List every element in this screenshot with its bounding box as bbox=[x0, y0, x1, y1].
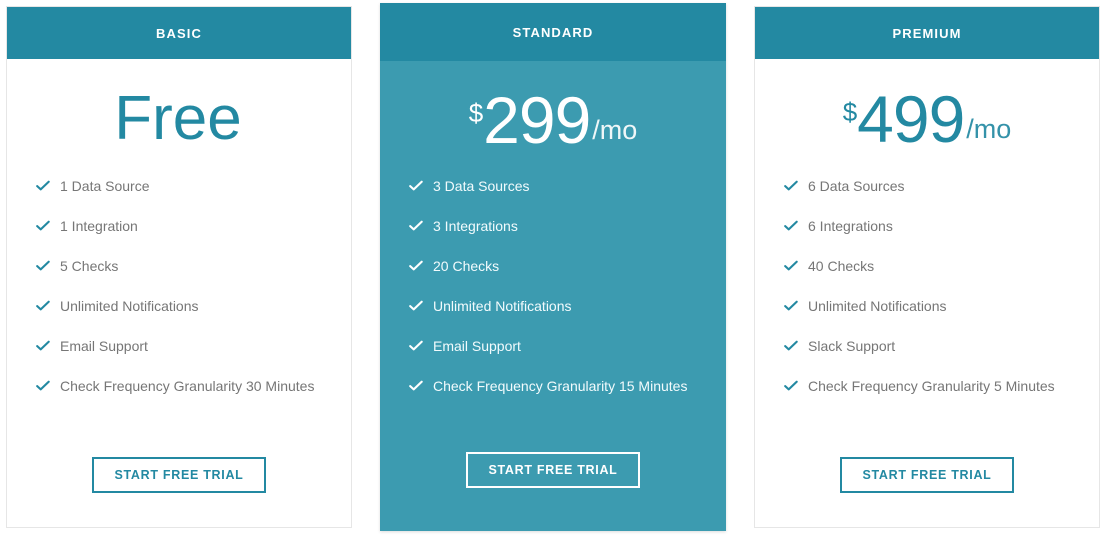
feature-list: 3 Data Sources 3 Integrations 20 Checks … bbox=[380, 179, 726, 419]
price-amount: 499 bbox=[857, 81, 965, 156]
check-icon bbox=[35, 259, 51, 273]
feature-label: 3 Integrations bbox=[433, 218, 518, 234]
check-icon bbox=[408, 219, 424, 233]
plan-name: PREMIUM bbox=[892, 25, 962, 41]
feature-label: 20 Checks bbox=[433, 258, 500, 274]
plan-header-standard: STANDARD bbox=[380, 3, 726, 61]
price-amount: 299 bbox=[483, 82, 591, 157]
plan-name: STANDARD bbox=[512, 24, 594, 40]
start-free-trial-button[interactable]: START FREE TRIAL bbox=[840, 457, 1014, 493]
feature-item: 5 Checks bbox=[35, 259, 333, 299]
check-icon bbox=[783, 259, 799, 273]
feature-label: Unlimited Notifications bbox=[60, 298, 199, 314]
price-amount: Free bbox=[114, 84, 242, 154]
feature-item: Check Frequency Granularity 30 Minutes bbox=[35, 379, 333, 419]
price-block: $ 499 /mo bbox=[755, 59, 1099, 179]
plan-price: $ 299 /mo bbox=[468, 82, 638, 157]
feature-label: 5 Checks bbox=[60, 258, 119, 274]
check-icon bbox=[408, 179, 424, 193]
check-icon bbox=[408, 299, 424, 313]
plan-header-premium: PREMIUM bbox=[755, 7, 1099, 59]
check-icon bbox=[35, 379, 51, 393]
feature-item: Unlimited Notifications bbox=[35, 299, 333, 339]
plan-body-basic: Free 1 Data Source 1 Integration 5 Check… bbox=[7, 59, 351, 527]
price-period: /mo bbox=[592, 115, 638, 146]
price-currency: $ bbox=[842, 96, 858, 127]
feature-item: Email Support bbox=[408, 339, 708, 379]
check-icon bbox=[783, 219, 799, 233]
price-block: Free bbox=[7, 59, 351, 179]
feature-label: Check Frequency Granularity 15 Minutes bbox=[433, 378, 688, 394]
feature-item: Unlimited Notifications bbox=[408, 299, 708, 339]
feature-item: Email Support bbox=[35, 339, 333, 379]
feature-label: Check Frequency Granularity 30 Minutes bbox=[60, 378, 315, 394]
check-icon bbox=[35, 299, 51, 313]
feature-item: Check Frequency Granularity 5 Minutes bbox=[783, 379, 1081, 419]
cta-block: START FREE TRIAL bbox=[380, 419, 726, 531]
check-icon bbox=[35, 339, 51, 353]
pricing-card-premium: PREMIUM $ 499 /mo 6 Data Sources 6 Integ… bbox=[754, 6, 1100, 528]
check-icon bbox=[783, 179, 799, 193]
feature-item: 1 Integration bbox=[35, 219, 333, 259]
feature-label: 6 Integrations bbox=[808, 218, 893, 234]
feature-item: Slack Support bbox=[783, 339, 1081, 379]
check-icon bbox=[408, 379, 424, 393]
plan-body-standard: $ 299 /mo 3 Data Sources 3 Integrations … bbox=[380, 61, 726, 531]
plan-header-basic: BASIC bbox=[7, 7, 351, 59]
feature-list: 6 Data Sources 6 Integrations 40 Checks … bbox=[755, 179, 1099, 419]
feature-label: 40 Checks bbox=[808, 258, 875, 274]
feature-item: Unlimited Notifications bbox=[783, 299, 1081, 339]
pricing-card-standard: STANDARD $ 299 /mo 3 Data Sources 3 Inte… bbox=[380, 3, 726, 531]
feature-label: Check Frequency Granularity 5 Minutes bbox=[808, 378, 1055, 394]
check-icon bbox=[408, 259, 424, 273]
check-icon bbox=[783, 379, 799, 393]
start-free-trial-button[interactable]: START FREE TRIAL bbox=[466, 452, 640, 488]
feature-label: 3 Data Sources bbox=[433, 178, 530, 194]
feature-list: 1 Data Source 1 Integration 5 Checks Unl… bbox=[7, 179, 351, 419]
feature-item: Check Frequency Granularity 15 Minutes bbox=[408, 379, 708, 419]
feature-item: 6 Data Sources bbox=[783, 179, 1081, 219]
plan-name: BASIC bbox=[156, 25, 202, 41]
cta-block: START FREE TRIAL bbox=[7, 419, 351, 527]
check-icon bbox=[35, 219, 51, 233]
feature-label: 1 Data Source bbox=[60, 178, 150, 194]
feature-item: 6 Integrations bbox=[783, 219, 1081, 259]
check-icon bbox=[783, 339, 799, 353]
start-free-trial-button[interactable]: START FREE TRIAL bbox=[92, 457, 266, 493]
check-icon bbox=[783, 299, 799, 313]
price-period: /mo bbox=[966, 114, 1012, 145]
feature-label: Email Support bbox=[60, 338, 148, 354]
pricing-table: BASIC Free 1 Data Source 1 Integration 5… bbox=[0, 0, 1108, 544]
feature-label: Unlimited Notifications bbox=[433, 298, 572, 314]
check-icon bbox=[408, 339, 424, 353]
check-icon bbox=[35, 179, 51, 193]
plan-body-premium: $ 499 /mo 6 Data Sources 6 Integrations … bbox=[755, 59, 1099, 527]
plan-price: Free bbox=[114, 84, 243, 154]
price-block: $ 299 /mo bbox=[380, 61, 726, 179]
feature-item: 1 Data Source bbox=[35, 179, 333, 219]
feature-label: Email Support bbox=[433, 338, 521, 354]
feature-item: 40 Checks bbox=[783, 259, 1081, 299]
feature-label: 1 Integration bbox=[60, 218, 138, 234]
feature-item: 20 Checks bbox=[408, 259, 708, 299]
cta-block: START FREE TRIAL bbox=[755, 419, 1099, 527]
feature-item: 3 Data Sources bbox=[408, 179, 708, 219]
pricing-card-basic: BASIC Free 1 Data Source 1 Integration 5… bbox=[6, 6, 352, 528]
feature-item: 3 Integrations bbox=[408, 219, 708, 259]
feature-label: Slack Support bbox=[808, 338, 896, 354]
feature-label: 6 Data Sources bbox=[808, 178, 905, 194]
feature-label: Unlimited Notifications bbox=[808, 298, 947, 314]
price-currency: $ bbox=[468, 97, 484, 128]
plan-price: $ 499 /mo bbox=[842, 81, 1012, 156]
